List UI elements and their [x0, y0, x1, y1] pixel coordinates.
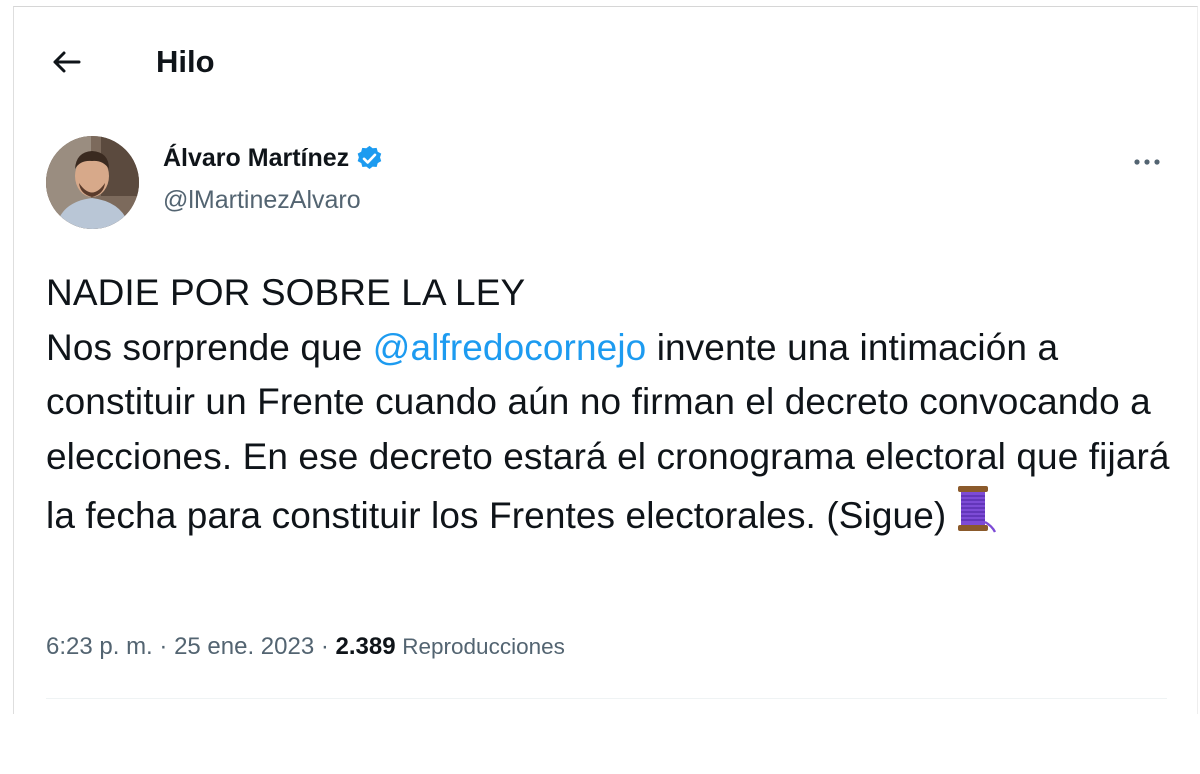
- author-name[interactable]: Álvaro Martínez: [163, 143, 349, 173]
- verified-badge-icon: [355, 144, 384, 173]
- meta-separator: ·: [152, 633, 175, 660]
- tweet-date[interactable]: 25 ene. 2023: [174, 633, 314, 660]
- author-handle[interactable]: @lMartinezAlvaro: [163, 185, 361, 215]
- back-button[interactable]: [48, 44, 84, 80]
- avatar[interactable]: [46, 136, 139, 229]
- tweet-headline: NADIE POR SOBRE LA LEY: [46, 272, 526, 313]
- more-options-button[interactable]: [1127, 150, 1167, 174]
- views-count: 2.389: [335, 633, 396, 660]
- arrow-left-icon: [53, 51, 81, 73]
- tweet-body: Nos sorprende que @alfredocornejo invent…: [46, 321, 1176, 550]
- more-horizontal-icon: [1134, 159, 1160, 165]
- tweet-body-start: Nos sorprende que: [46, 326, 373, 368]
- tweet-text: NADIE POR SOBRE LA LEY Nos sorprende que…: [46, 266, 1176, 550]
- tweet-meta: 6:23 p. m. · 25 ene. 2023 · 2.389 Reprod…: [46, 632, 565, 662]
- mention-link[interactable]: @alfredocornejo: [373, 327, 647, 368]
- tweet-time[interactable]: 6:23 p. m.: [46, 633, 153, 660]
- meta-separator: ·: [314, 633, 336, 660]
- views-label: Reproducciones: [402, 634, 565, 659]
- author-name-row[interactable]: Álvaro Martínez: [163, 143, 384, 173]
- divider: [46, 698, 1167, 699]
- page-title: Hilo: [156, 44, 215, 79]
- avatar-photo: [46, 136, 139, 229]
- thread-spool-icon: [952, 484, 997, 550]
